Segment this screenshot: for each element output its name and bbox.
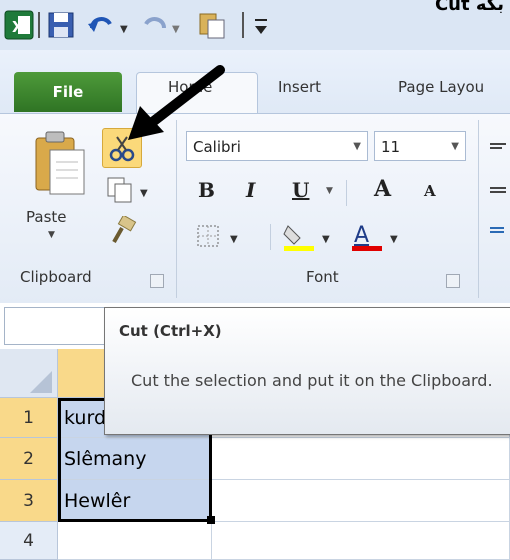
font-size-value: 11	[381, 138, 401, 156]
customize-qat-icon[interactable]	[252, 14, 272, 38]
format-separator	[346, 180, 347, 206]
fill-handle[interactable]	[207, 516, 215, 524]
cell-b4[interactable]	[212, 522, 510, 560]
paste-icon[interactable]	[196, 10, 236, 40]
tab-page-layout[interactable]: Page Layou	[398, 78, 484, 96]
cut-tooltip: Cut (Ctrl+X) Cut the selection and put i…	[104, 307, 510, 435]
svg-text:X: X	[12, 18, 24, 36]
shrink-font-button[interactable]: A	[424, 182, 436, 200]
format-separator	[270, 224, 271, 250]
qat-separator	[38, 12, 40, 38]
fill-color-icon[interactable]: ▼	[282, 220, 348, 254]
underline-dropdown-icon[interactable]: ▼	[326, 186, 333, 196]
paste-dropdown-icon[interactable]: ▼	[48, 230, 55, 240]
font-group-label: Font	[306, 268, 339, 286]
arrow-pointer-icon	[128, 65, 225, 140]
tooltip-title: Cut (Ctrl+X)	[119, 322, 222, 340]
font-name-dropdown-icon[interactable]: ▼	[353, 132, 361, 162]
row-header[interactable]: 1	[0, 398, 58, 438]
top-caption: Cut بکە	[434, 0, 504, 15]
tooltip-description: Cut the selection and put it on the Clip…	[131, 371, 493, 390]
redo-icon[interactable]: ▼	[142, 10, 188, 40]
clipboard-launcher-icon[interactable]	[150, 274, 164, 288]
save-icon[interactable]	[46, 10, 76, 40]
cell-a4[interactable]	[58, 522, 212, 560]
svg-text:▼: ▼	[322, 234, 330, 245]
copy-icon[interactable]: ▼	[106, 176, 156, 206]
row-header[interactable]: 2	[0, 438, 58, 480]
svg-text:▼: ▼	[120, 24, 128, 35]
select-all-corner[interactable]	[0, 349, 58, 398]
font-size-dropdown-icon[interactable]: ▼	[451, 132, 459, 162]
font-launcher-icon[interactable]	[446, 274, 460, 288]
paste-clipboard-icon[interactable]	[32, 130, 92, 200]
row-header[interactable]: 4	[0, 522, 58, 560]
borders-icon[interactable]: ▼	[196, 222, 260, 252]
font-size-box[interactable]: 11 ▼	[374, 131, 466, 161]
svg-text:A: A	[354, 223, 369, 248]
svg-text:▼: ▼	[230, 234, 238, 245]
qat-separator	[242, 12, 244, 38]
font-color-icon[interactable]: A ▼	[350, 220, 416, 254]
cell-b2[interactable]	[212, 438, 510, 480]
format-painter-icon[interactable]	[108, 216, 138, 246]
clipboard-group-label: Clipboard	[20, 268, 92, 286]
bold-button[interactable]: B	[198, 178, 215, 202]
undo-icon[interactable]: ▼	[86, 10, 132, 40]
svg-text:▼: ▼	[172, 24, 180, 35]
cell-b3[interactable]	[212, 480, 510, 522]
row-header[interactable]: 3	[0, 480, 58, 522]
excel-app-icon[interactable]: X	[4, 10, 34, 40]
svg-text:▼: ▼	[390, 234, 398, 245]
group-separator	[176, 120, 177, 298]
tab-file[interactable]: File	[14, 72, 122, 112]
svg-text:▼: ▼	[140, 188, 148, 199]
italic-button[interactable]: I	[246, 178, 255, 202]
paste-label[interactable]: Paste	[26, 208, 67, 226]
grow-font-button[interactable]: A	[374, 176, 391, 202]
group-separator	[478, 120, 479, 298]
underline-button[interactable]: U	[292, 178, 309, 202]
alignment-icon[interactable]	[488, 140, 508, 240]
tab-insert[interactable]: Insert	[278, 78, 321, 96]
